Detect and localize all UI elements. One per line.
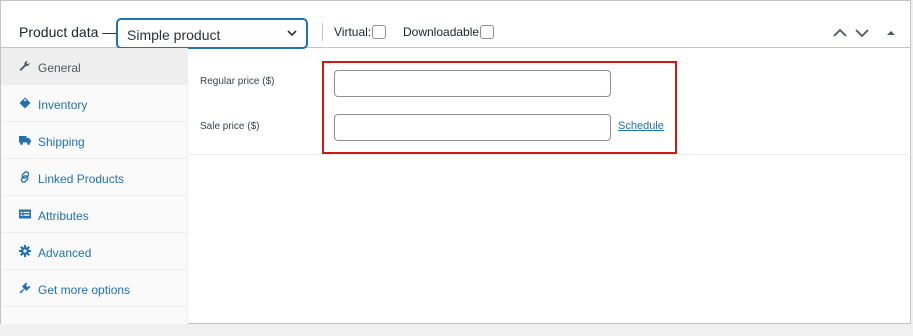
tab-linked-products-label: Linked Products [38,172,125,186]
move-down-icon[interactable] [854,26,870,40]
list-icon [19,209,31,219]
tab-general-label: General [38,61,81,75]
downloadable-label: Downloadable: [403,25,483,39]
downloadable-checkbox[interactable] [480,25,494,39]
product-data-panel: Product data — Simple product Virtual: D… [0,0,911,324]
header-divider [322,23,323,41]
panel-header: Product data — Simple product Virtual: D… [1,1,910,48]
sale-price-label: Sale price ($) [200,121,260,132]
move-up-icon[interactable] [832,26,848,40]
tab-general[interactable]: General [1,48,188,85]
product-type-value: Simple product [127,27,221,43]
truck-icon [19,136,31,145]
plugin-icon [19,282,31,294]
tab-get-more-options-label: Get more options [38,283,131,297]
virtual-checkbox[interactable] [372,25,386,39]
gear-icon [19,245,31,257]
link-icon [20,171,30,183]
tab-get-more-options[interactable]: Get more options [1,270,188,307]
tab-inventory[interactable]: Inventory [1,85,188,122]
tag-icon [19,97,31,109]
price-fields-highlight-box [322,61,677,154]
tab-advanced[interactable]: Advanced [1,233,188,270]
tab-advanced-label: Advanced [38,246,92,260]
panel-title: Product data — [19,24,117,40]
product-type-select[interactable]: Simple product [117,19,307,48]
tab-attributes[interactable]: Attributes [1,196,188,233]
tab-attributes-label: Attributes [38,209,89,223]
regular-price-label: Regular price ($) [200,76,275,87]
wrench-icon [19,60,30,71]
collapse-toggle-icon[interactable] [883,26,899,40]
product-data-tabs: General Inventory Shipping Linked Produc… [1,48,188,324]
chevron-down-icon [287,30,297,37]
virtual-label: Virtual: [334,25,372,39]
tab-shipping[interactable]: Shipping [1,122,188,159]
tab-shipping-label: Shipping [38,135,85,149]
tab-inventory-label: Inventory [38,98,88,112]
tab-linked-products[interactable]: Linked Products [1,159,188,196]
